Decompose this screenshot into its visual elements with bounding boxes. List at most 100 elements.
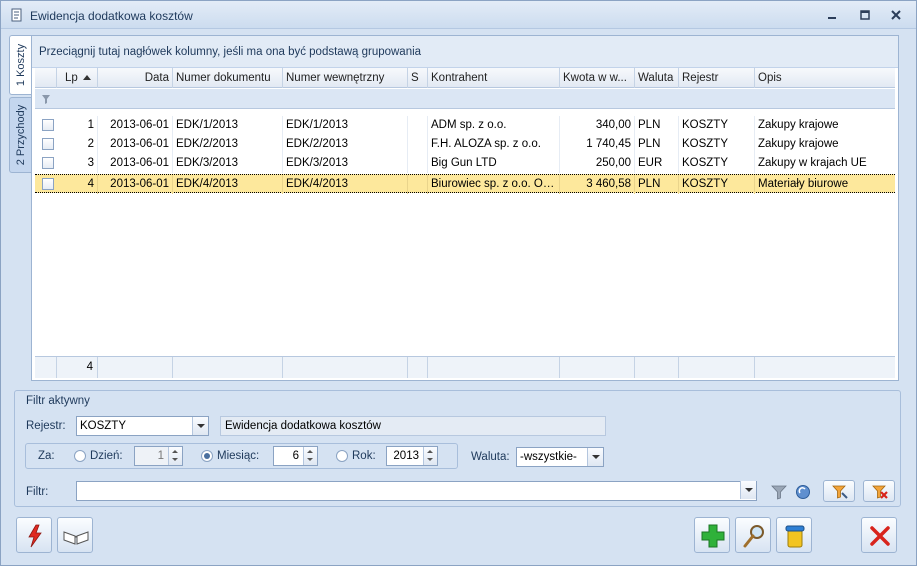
window: Ewidencja dodatkowa kosztów 1 Koszty 2 P… bbox=[0, 0, 917, 566]
close-icon[interactable] bbox=[889, 9, 903, 21]
tab-przychody-label: 2 Przychody bbox=[14, 104, 27, 166]
miesiac-stepper[interactable]: 6 bbox=[273, 446, 318, 466]
filter-section-title: Filtr aktywny bbox=[26, 395, 90, 407]
rok-value: 2013 bbox=[393, 450, 419, 462]
cell-s bbox=[408, 175, 428, 194]
cell-kontrahent: F.H. ALOZA sp. z o.o. bbox=[428, 135, 560, 154]
tab-koszty[interactable]: 1 Koszty bbox=[9, 35, 31, 95]
cell-rejestr: KOSZTY bbox=[679, 175, 755, 194]
rejestr-select[interactable]: KOSZTY bbox=[76, 416, 209, 436]
spin-arrows-icon[interactable] bbox=[423, 447, 437, 465]
chevron-down-icon[interactable] bbox=[740, 481, 756, 499]
header-numer-dokumentu[interactable]: Numer dokumentu bbox=[173, 68, 283, 88]
group-hint-text: Przeciągnij tutaj nagłówek kolumny, jeśl… bbox=[39, 46, 422, 58]
cell-data: 2013-06-01 bbox=[98, 175, 173, 194]
cell-s bbox=[408, 116, 428, 135]
row-checkbox[interactable] bbox=[42, 119, 54, 131]
book-button[interactable] bbox=[57, 517, 93, 553]
add-button[interactable] bbox=[694, 517, 730, 553]
cell-opis: Zakupy krajowe bbox=[758, 138, 839, 150]
cell-kwota: 250,00 bbox=[560, 154, 635, 173]
filtr-input[interactable] bbox=[76, 481, 757, 501]
close-x-icon bbox=[870, 526, 890, 546]
cell-kwota: 1 740,45 bbox=[560, 135, 635, 154]
header-checkbox-col bbox=[35, 68, 57, 88]
dzien-stepper[interactable]: 1 bbox=[134, 446, 183, 466]
tab-przychody[interactable]: 2 Przychody bbox=[9, 97, 31, 173]
spin-arrows-icon[interactable] bbox=[303, 447, 317, 465]
trash-icon bbox=[785, 525, 805, 548]
rejestr-description: Ewidencja dodatkowa kosztów bbox=[220, 416, 606, 436]
magnifier-icon bbox=[743, 525, 764, 548]
row-checkbox[interactable] bbox=[42, 157, 54, 169]
footer-cell bbox=[98, 357, 173, 378]
rejestr-description-text: Ewidencja dodatkowa kosztów bbox=[225, 420, 381, 432]
header-numer-wewnetrzny[interactable]: Numer wewnętrzny bbox=[283, 68, 408, 88]
header-kontrahent[interactable]: Kontrahent bbox=[428, 68, 560, 88]
header-lp-label: Lp bbox=[65, 72, 78, 84]
sort-ascending-icon bbox=[82, 75, 91, 80]
clear-filter-icon bbox=[872, 485, 888, 499]
header-lp[interactable]: Lp bbox=[57, 68, 98, 88]
row-checkbox[interactable] bbox=[42, 138, 54, 150]
cell-numer-dokumentu: EDK/3/2013 bbox=[173, 154, 283, 173]
cell-numer-dokumentu: EDK/1/2013 bbox=[173, 116, 283, 135]
cell-data: 2013-06-01 bbox=[98, 135, 173, 154]
chevron-down-icon[interactable] bbox=[192, 417, 208, 435]
waluta-select[interactable]: -wszystkie- bbox=[516, 447, 604, 467]
cell-rejestr: KOSZTY bbox=[679, 135, 755, 154]
cell-kwota: 3 460,58 bbox=[560, 175, 635, 194]
waluta-label: Waluta: bbox=[471, 451, 510, 463]
table-row[interactable]: 2 2013-06-01 EDK/2/2013 EDK/2/2013 F.H. … bbox=[35, 135, 895, 154]
table-row-selected[interactable]: 4 2013-06-01 EDK/4/2013 EDK/4/2013 Biuro… bbox=[35, 174, 895, 194]
rok-label: Rok: bbox=[352, 450, 376, 462]
rok-stepper[interactable]: 2013 bbox=[386, 446, 438, 466]
header-waluta[interactable]: Waluta bbox=[635, 68, 679, 88]
spin-arrows-icon[interactable] bbox=[168, 447, 182, 465]
delete-button[interactable] bbox=[776, 517, 812, 553]
minimize-icon[interactable] bbox=[825, 9, 839, 21]
header-s[interactable]: S bbox=[408, 68, 428, 88]
radio-miesiac[interactable] bbox=[201, 450, 213, 462]
cell-waluta: PLN bbox=[635, 135, 679, 154]
cell-lp: 3 bbox=[57, 154, 98, 173]
header-kwota[interactable]: Kwota w w... bbox=[560, 68, 635, 88]
clear-filter-button[interactable] bbox=[863, 480, 895, 502]
cell-numer-wewnetrzny: EDK/4/2013 bbox=[283, 175, 408, 194]
lightning-button[interactable] bbox=[16, 517, 52, 553]
footer-cell bbox=[173, 357, 283, 378]
header-rejestr[interactable]: Rejestr bbox=[679, 68, 755, 88]
filtr-label: Filtr: bbox=[26, 486, 49, 498]
filter-wizard-icon bbox=[832, 485, 848, 499]
za-label: Za: bbox=[38, 450, 55, 462]
footer-cell bbox=[679, 357, 755, 378]
column-header-row: Lp Data Numer dokumentu Numer wewnętrzny… bbox=[35, 68, 895, 88]
filtr-dropdown[interactable] bbox=[739, 481, 756, 501]
auto-filter-row[interactable] bbox=[35, 89, 895, 109]
cell-lp: 4 bbox=[57, 175, 98, 194]
tab-koszty-label: 1 Koszty bbox=[14, 43, 27, 87]
preview-button[interactable] bbox=[735, 517, 771, 553]
filter-constructor-button[interactable] bbox=[790, 480, 816, 502]
cell-data: 2013-06-01 bbox=[98, 116, 173, 135]
waluta-value: -wszystkie- bbox=[520, 451, 577, 463]
radio-dzien[interactable] bbox=[74, 450, 86, 462]
header-opis[interactable]: Opis bbox=[755, 68, 895, 88]
radio-rok[interactable] bbox=[336, 450, 348, 462]
table-row[interactable]: 1 2013-06-01 EDK/1/2013 EDK/1/2013 ADM s… bbox=[35, 116, 895, 135]
restore-icon[interactable] bbox=[858, 9, 872, 21]
header-data[interactable]: Data bbox=[98, 68, 173, 88]
window-title: Ewidencja dodatkowa kosztów bbox=[30, 9, 193, 23]
footer-cell bbox=[635, 357, 679, 378]
filter-settings-button[interactable] bbox=[823, 480, 855, 502]
footer-cell bbox=[755, 357, 895, 378]
chevron-down-icon[interactable] bbox=[587, 448, 603, 466]
close-button[interactable] bbox=[861, 517, 897, 553]
cell-kontrahent: ADM sp. z o.o. bbox=[428, 116, 560, 135]
row-checkbox[interactable] bbox=[42, 178, 54, 190]
group-by-area[interactable]: Przeciągnij tutaj nagłówek kolumny, jeśl… bbox=[32, 36, 898, 68]
table-row[interactable]: 3 2013-06-01 EDK/3/2013 EDK/3/2013 Big G… bbox=[35, 154, 895, 173]
cell-numer-dokumentu: EDK/4/2013 bbox=[173, 175, 283, 194]
pin-filter-icon[interactable] bbox=[40, 93, 52, 105]
cell-kontrahent: Big Gun LTD bbox=[428, 154, 560, 173]
